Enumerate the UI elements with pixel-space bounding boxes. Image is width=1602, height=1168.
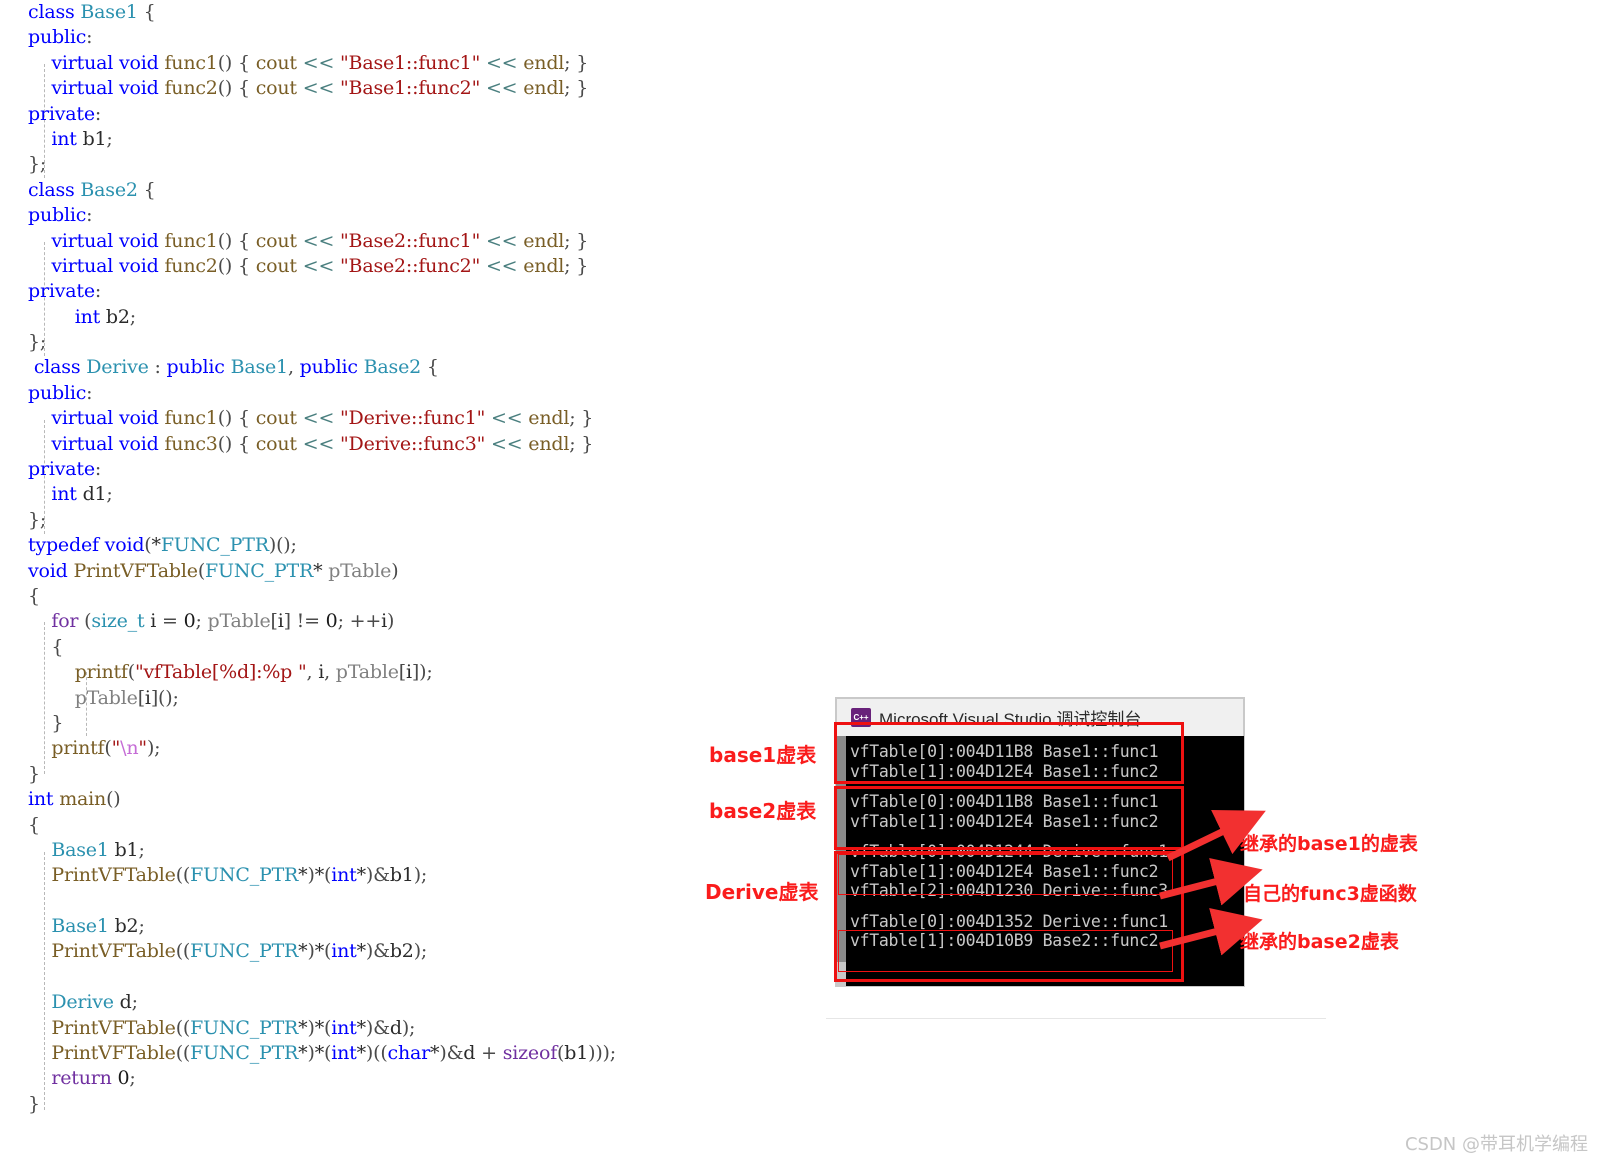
cpp-app-icon [851, 708, 871, 727]
console-scrollbar[interactable] [836, 736, 846, 986]
console-title-text: Microsoft Visual Studio 调试控制台 [879, 710, 1142, 729]
code-line: private: [28, 280, 102, 303]
visual-studio-debug-console-window[interactable]: Microsoft Visual Studio 调试控制台 vfTable[0]… [836, 698, 1244, 986]
code-line: class Derive : public Base1, public Base… [33, 356, 439, 379]
code-line: pTable[i](); [74, 686, 179, 709]
csdn-watermark: CSDN @带耳机学编程 [1404, 1134, 1588, 1155]
code-line: PrintVFTable((FUNC_PTR*)*(int*)((char*)&… [51, 1042, 616, 1065]
code-line: public: [28, 381, 93, 404]
code-line: printf("\n"); [51, 737, 161, 760]
code-line: int main() [28, 788, 121, 811]
console-line: vfTable[0]:004D1352 Derive::func1 [850, 911, 1168, 931]
code-line: { [28, 584, 40, 607]
console-line: vfTable[1]:004D12E4 Base1::func2 [850, 861, 1159, 881]
console-line: vfTable[1]:004D12E4 Base1::func2 [850, 761, 1159, 781]
code-line: private: [28, 458, 102, 481]
console-block-base1: vfTable[0]:004D11B8 Base1::func1 vfTable… [846, 736, 1244, 781]
code-line: virtual void func1() { cout << "Base1::f… [51, 51, 589, 74]
code-line: }; [28, 331, 47, 354]
code-line: }; [28, 508, 47, 531]
console-line: vfTable[0]:004D11B8 Base1::func1 [850, 742, 1159, 761]
code-line: virtual void func1() { cout << "Base2::f… [51, 229, 589, 252]
code-line: { [28, 813, 40, 836]
code-line: int b2; [74, 305, 136, 328]
code-line: virtual void func3() { cout << "Derive::… [51, 432, 594, 455]
code-line: void PrintVFTable(FUNC_PTR* pTable) [28, 559, 399, 582]
code-line: typedef void(*FUNC_PTR)(); [28, 534, 297, 557]
console-line: vfTable[1]:004D10B9 Base2::func2 [850, 931, 1159, 950]
console-output-area: vfTable[0]:004D11B8 Base1::func1 vfTable… [846, 736, 1244, 986]
code-line: int d1; [51, 483, 113, 506]
code-editor-pane: class Base1 { public: virtual void func1… [0, 0, 820, 1168]
code-line: PrintVFTable((FUNC_PTR*)*(int*)&d); [51, 1016, 416, 1039]
code-line: printf("vfTable[%d]:%p ", i, pTable[i]); [74, 661, 433, 684]
console-line: vfTable[1]:004D12E4 Base1::func2 [850, 811, 1159, 831]
code-line: PrintVFTable((FUNC_PTR*)*(int*)&b1); [51, 864, 428, 887]
code-line: int b1; [51, 127, 113, 150]
code-line: Base1 b2; [51, 915, 145, 938]
code-line: Base1 b1; [51, 838, 145, 861]
console-block-base2: vfTable[0]:004D11B8 Base1::func1 vfTable… [846, 792, 1244, 831]
code-line: class Base1 { [28, 1, 156, 23]
console-block-derive-2: vfTable[0]:004D1352 Derive::func1 vfTabl… [846, 912, 1244, 951]
code-line: } [51, 711, 64, 734]
code-line: for (size_t i = 0; pTable[i] != 0; ++i) [51, 610, 395, 633]
own-func3-virtual-function-label: 自己的func3虚函数 [1243, 883, 1417, 905]
code-line: } [28, 1092, 40, 1115]
code-line: virtual void func2() { cout << "Base2::f… [51, 254, 589, 277]
derive-vftable-label: Derive虚表 [705, 880, 819, 904]
code-line: public: [28, 204, 93, 227]
base1-vftable-label: base1虚表 [709, 743, 817, 767]
base2-vftable-label: base2虚表 [709, 799, 817, 823]
code-line: } [28, 762, 40, 785]
code-line: { [51, 635, 64, 658]
console-line: vfTable[0]:004D11B8 Base1::func1 [850, 792, 1159, 811]
code-line: }; [28, 153, 47, 176]
console-title-bar[interactable]: Microsoft Visual Studio 调试控制台 [836, 698, 1244, 736]
code-line: Derive d; [51, 991, 138, 1014]
code-line: virtual void func1() { cout << "Derive::… [51, 407, 594, 430]
code-line: class Base2 { [28, 178, 156, 201]
console-line: vfTable[2]:004D1230 Derive::func3 [850, 881, 1168, 900]
console-line: vfTable[0]:004D1244 Derive::func1 [850, 842, 1168, 861]
console-scrollbar-thumb[interactable] [836, 736, 846, 962]
code-line: public: [28, 26, 93, 49]
inherited-base1-vftable-label: 继承的base1的虚表 [1240, 833, 1418, 855]
separator-line [826, 1018, 1326, 1019]
code-line: return 0; [51, 1067, 136, 1090]
console-block-derive-1: vfTable[0]:004D1244 Derive::func1 vfTabl… [846, 842, 1244, 901]
code-line: private: [28, 102, 102, 125]
code-line: virtual void func2() { cout << "Base1::f… [51, 77, 589, 100]
inherited-base2-vftable-label: 继承的base2虚表 [1240, 931, 1399, 953]
code-line: PrintVFTable((FUNC_PTR*)*(int*)&b2); [51, 940, 428, 963]
